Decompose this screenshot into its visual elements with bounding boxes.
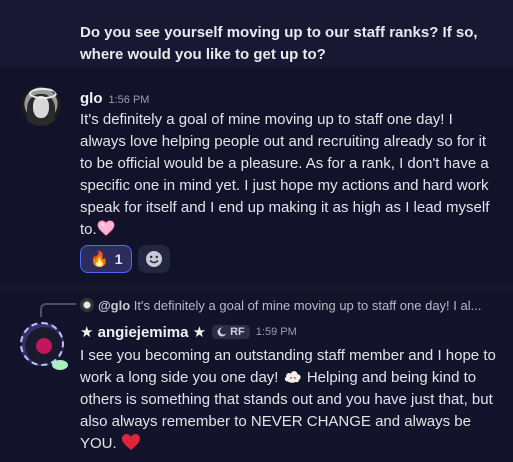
- message-text: It's definitely a goal of mine moving up…: [80, 111, 490, 238]
- guild-tag[interactable]: RF: [212, 325, 250, 339]
- question-text: Do you see yourself moving up to our sta…: [80, 24, 478, 63]
- add-reaction-button[interactable]: [138, 245, 171, 273]
- fire-reaction[interactable]: 🔥 1: [80, 245, 133, 273]
- avatar-decoration: [52, 360, 68, 370]
- avatar-halo: [29, 88, 57, 99]
- moon-icon: [217, 327, 228, 337]
- avatar[interactable]: [20, 322, 68, 370]
- reply-connector: [40, 303, 76, 317]
- fire-icon: 🔥: [90, 251, 109, 268]
- reply-reference[interactable]: @glo It's definitely a goal of mine movi…: [80, 298, 500, 313]
- message-header: glo 1:56 PM: [80, 90, 149, 108]
- red-heart-icon: [121, 434, 140, 450]
- reactions: 🔥 1: [80, 245, 171, 273]
- timestamp: 1:56 PM: [108, 94, 150, 106]
- smiley-icon: [146, 251, 163, 267]
- reply-avatar: [80, 298, 94, 312]
- cloud-face-icon: [284, 371, 301, 383]
- message-header: ★ angiejemima ★ RF 1:59 PM: [80, 323, 297, 341]
- reaction-count: 1: [114, 251, 123, 267]
- reply-mention[interactable]: @glo: [98, 298, 130, 313]
- message-glo: glo 1:56 PM It's definitely a goal of min…: [0, 68, 513, 283]
- username[interactable]: glo: [80, 90, 103, 107]
- message-content: It's definitely a goal of mine moving up…: [80, 109, 500, 241]
- avatar[interactable]: [21, 86, 61, 126]
- avatar-face: [33, 96, 49, 118]
- message-content: I see you becoming an outstanding staff …: [80, 345, 500, 455]
- message-angiejemima: @glo It's definitely a goal of mine movi…: [0, 290, 513, 462]
- timestamp: 1:59 PM: [255, 326, 297, 338]
- previous-message: Do you see yourself moving up to our sta…: [0, 0, 513, 68]
- username[interactable]: ★ angiejemima ★: [80, 323, 206, 341]
- pink-heart-icon: [97, 220, 115, 236]
- reply-snippet: It's definitely a goal of mine moving up…: [133, 298, 482, 313]
- guild-tag-label: RF: [230, 326, 245, 338]
